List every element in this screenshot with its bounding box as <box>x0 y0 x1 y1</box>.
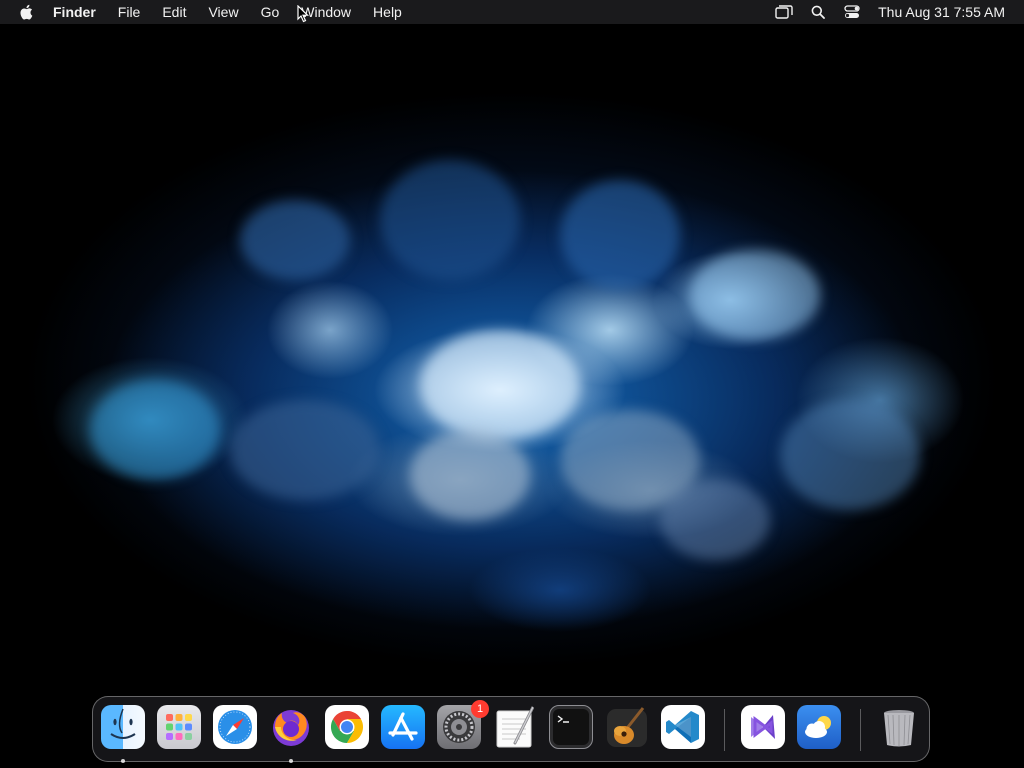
wallpaper-cloud <box>780 400 920 510</box>
running-indicator <box>289 759 293 763</box>
menu-bar-status: Thu Aug 31 7:55 AM <box>760 0 1005 24</box>
wallpaper-cloud <box>90 380 220 480</box>
wallpaper-cloud <box>420 330 580 440</box>
finder-icon <box>101 705 145 749</box>
menu-bar-clock[interactable]: Thu Aug 31 7:55 AM <box>878 4 1005 20</box>
apple-logo-icon[interactable] <box>18 0 34 24</box>
terminal-icon <box>549 705 593 749</box>
dock-item-safari[interactable] <box>213 705 257 749</box>
menu-view[interactable]: View <box>208 0 238 24</box>
wallpaper-cloud <box>410 430 530 520</box>
trash-icon <box>877 705 921 749</box>
visual-studio-icon <box>741 705 785 749</box>
firefox-icon <box>269 705 313 749</box>
launchpad-icon <box>157 705 201 749</box>
dock-item-app-store[interactable] <box>381 705 425 749</box>
search-icon[interactable] <box>808 0 828 24</box>
running-indicator <box>121 759 125 763</box>
wallpaper-cloud <box>380 160 520 280</box>
menu-app-finder[interactable]: Finder <box>53 0 96 24</box>
wallpaper-cloud <box>690 250 820 340</box>
wallpaper-cloud <box>230 400 380 500</box>
dock-separator <box>860 709 861 751</box>
wallpaper-cloud <box>660 480 770 560</box>
app-store-icon <box>381 705 425 749</box>
control-center-icon[interactable] <box>842 0 862 24</box>
dock: 1 <box>92 696 930 763</box>
menu-help[interactable]: Help <box>373 0 402 24</box>
dock-item-visual-studio[interactable] <box>741 705 785 749</box>
dock-item-firefox[interactable] <box>269 705 313 763</box>
garageband-icon <box>605 705 649 749</box>
safari-icon <box>213 705 257 749</box>
menu-edit[interactable]: Edit <box>162 0 186 24</box>
dock-item-chrome[interactable] <box>325 705 369 749</box>
menu-go[interactable]: Go <box>261 0 280 24</box>
dock-item-finder[interactable] <box>101 705 145 763</box>
dock-item-system-settings[interactable]: 1 <box>437 700 489 749</box>
screen-mirroring-icon[interactable] <box>774 0 794 24</box>
chrome-icon <box>325 705 369 749</box>
desktop-wallpaper <box>0 0 1024 768</box>
dock-item-garageband[interactable] <box>605 705 649 749</box>
menu-bar: Finder File Edit View Go Window Help Thu… <box>0 0 1024 24</box>
vscode-icon <box>661 705 705 749</box>
wallpaper-cloud <box>240 200 350 280</box>
dock-item-weather[interactable] <box>797 705 841 749</box>
textedit-icon <box>493 705 537 749</box>
dock-item-textedit[interactable] <box>493 705 537 749</box>
dock-item-terminal[interactable] <box>549 705 593 749</box>
dock-item-trash[interactable] <box>877 705 921 749</box>
dock-item-launchpad[interactable] <box>157 705 201 749</box>
menu-file[interactable]: File <box>118 0 141 24</box>
notification-badge: 1 <box>471 700 489 718</box>
weather-icon <box>797 705 841 749</box>
wallpaper-cloud <box>560 180 680 290</box>
dock-separator <box>724 709 725 751</box>
menu-bar-left: Finder File Edit View Go Window Help <box>0 0 424 24</box>
mouse-cursor-icon <box>297 4 309 28</box>
dock-item-vscode[interactable] <box>661 705 705 749</box>
